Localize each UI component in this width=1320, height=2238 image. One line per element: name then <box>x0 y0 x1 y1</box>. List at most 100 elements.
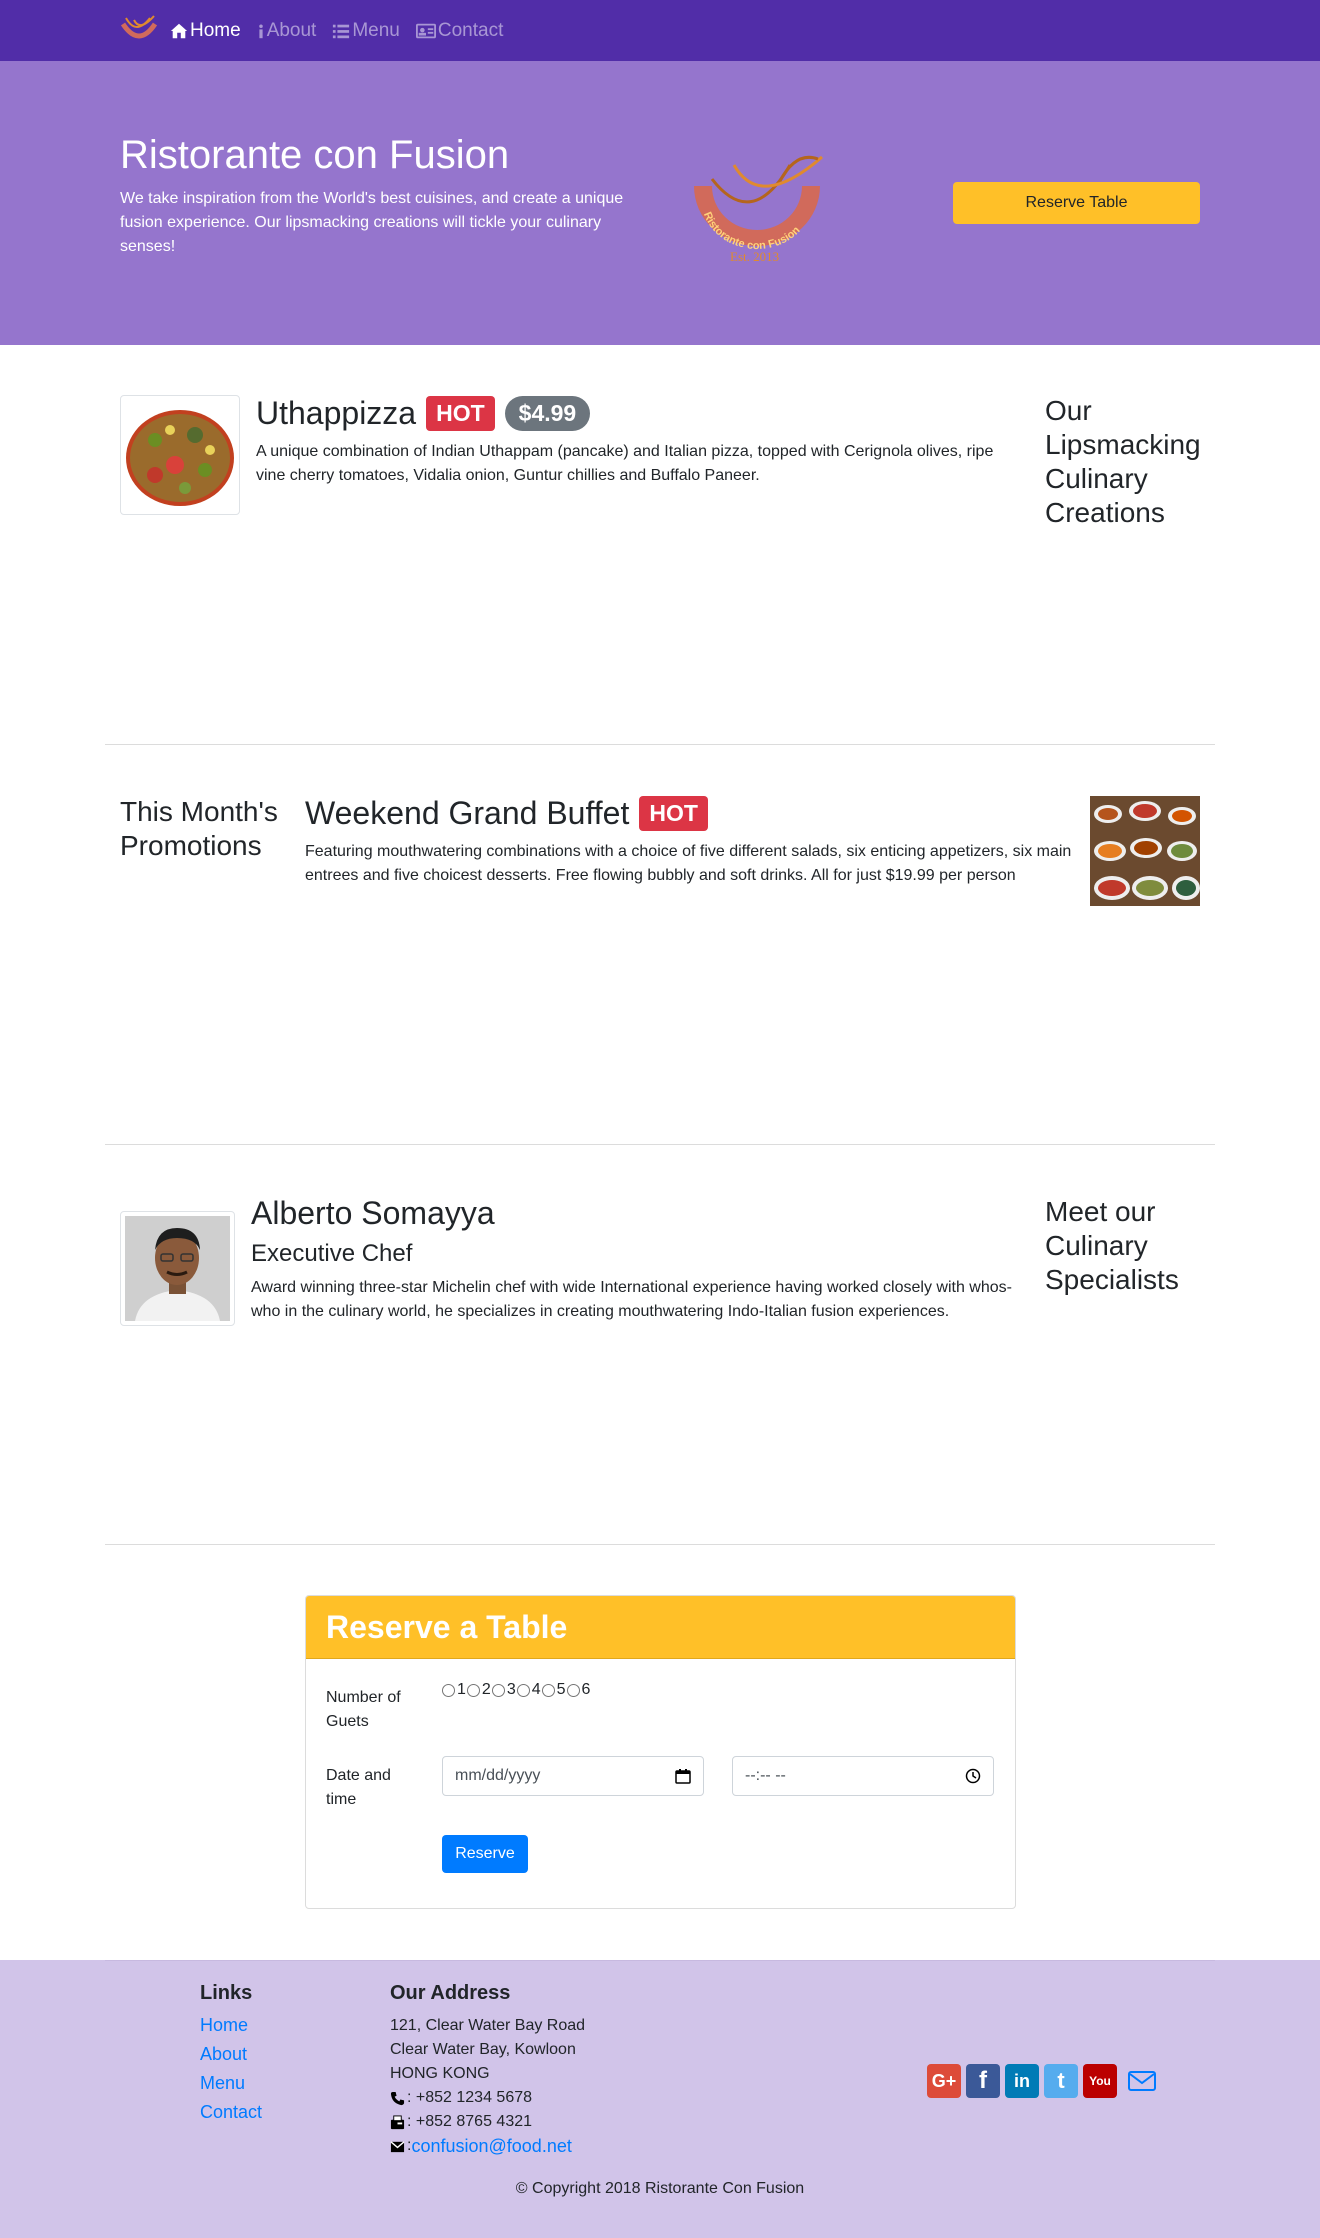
guests-option-label: 3 <box>506 1681 516 1698</box>
promotion-side-heading: This Month's Promotions <box>120 796 278 861</box>
linkedin-icon[interactable]: in <box>1005 2064 1039 2098</box>
address-line-1: 121, Clear Water Bay Road <box>390 2017 586 2034</box>
youtube-icon[interactable]: You <box>1083 2064 1117 2098</box>
radio-button[interactable] <box>491 1683 505 1697</box>
alberto-photo <box>125 1216 230 1321</box>
leader-side-heading: Meet our Culinary Specialists <box>1045 1196 1179 1295</box>
guests-option-label: 5 <box>556 1681 566 1698</box>
reserve-button[interactable]: Reserve <box>442 1835 528 1873</box>
social-links: G+ f in t You <box>927 2064 1156 2098</box>
nav-home[interactable]: Home <box>170 20 241 42</box>
guests-option-label: 6 <box>581 1681 591 1698</box>
guests-option-label: 4 <box>531 1681 541 1698</box>
list-icon <box>333 24 350 38</box>
email-row: : confusion@food.net <box>390 2134 585 2158</box>
fax-row: : +852 8765 4321 <box>390 2110 585 2134</box>
restaurant-logo: Ristorante con Fusion Est. 2013 <box>694 155 823 264</box>
phone-number: : +852 1234 5678 <box>407 2089 533 2106</box>
address-card-icon <box>415 23 436 38</box>
reserve-card-title: Reserve a Table <box>326 1609 568 1645</box>
guests-option-6[interactable]: 6 <box>566 1681 591 1699</box>
logo-est: Est. 2013 <box>730 249 779 264</box>
dish-name: Uthappizza <box>256 395 417 431</box>
address-line-2: Clear Water Bay, Kowloon <box>390 2041 576 2058</box>
guests-option-5[interactable]: 5 <box>541 1681 566 1699</box>
leader-designation: Executive Chef <box>251 1240 413 1267</box>
radio-button[interactable] <box>466 1683 480 1697</box>
clock-icon[interactable] <box>965 1768 981 1784</box>
dish-media-body: Uthappizza HOT $4.99 A unique combinatio… <box>256 395 1006 488</box>
phone-row: : +852 1234 5678 <box>390 2086 585 2110</box>
footer-links-heading: Links <box>200 1982 253 2004</box>
dish-price-badge: $4.99 <box>504 396 591 431</box>
radio-button[interactable] <box>541 1683 555 1697</box>
guests-option-label: 1 <box>457 1681 466 1698</box>
leader-media-body: Alberto Somayya Executive Chef Award win… <box>251 1195 1021 1324</box>
nav-contact-label: Contact <box>437 19 504 41</box>
promotion-media-body: Weekend Grand Buffet HOT Featuring mouth… <box>305 795 1075 888</box>
time-input[interactable]: --:-- -- <box>732 1756 994 1796</box>
nav-about-label: About <box>266 19 317 41</box>
dish-thumbnail <box>120 395 240 515</box>
radio-button[interactable] <box>566 1683 580 1697</box>
copyright: © Copyright 2018 Ristorante Con Fusion <box>515 2180 805 2197</box>
guests-radio-group: 1 2 3 4 5 6 <box>442 1681 591 1699</box>
dish-hot-badge: HOT <box>426 396 495 431</box>
reserve-card-header: Reserve a Table <box>306 1596 1015 1659</box>
reserve-card: Reserve a Table Number of Guets 1 2 3 4 … <box>305 1595 1016 1909</box>
phone-icon <box>390 2091 405 2105</box>
footer-link-menu[interactable]: Menu <box>200 2072 262 2094</box>
radio-button[interactable] <box>442 1683 455 1697</box>
google-plus-icon[interactable]: G+ <box>927 2064 961 2098</box>
navbar: Home About Menu Contact <box>0 0 1320 61</box>
reserve-table-button[interactable]: Reserve Table <box>953 182 1200 224</box>
footer-links: Home About Menu Contact <box>200 2014 262 2123</box>
nav-menu[interactable]: Menu <box>332 20 400 42</box>
nav-links: Home About Menu Contact <box>170 0 503 61</box>
date-placeholder: mm/dd/yyyy <box>455 1767 541 1784</box>
facebook-icon[interactable]: f <box>966 2064 1000 2098</box>
date-input[interactable]: mm/dd/yyyy <box>442 1756 704 1796</box>
leader-thumbnail <box>120 1211 235 1326</box>
radio-button[interactable] <box>516 1683 530 1697</box>
dish-heading: Uthappizza HOT $4.99 <box>256 395 1006 432</box>
guests-option-2[interactable]: 2 <box>466 1681 491 1699</box>
promotion-heading: Weekend Grand Buffet HOT <box>305 795 1075 832</box>
jumbotron-text: We take inspiration from the World's bes… <box>120 190 624 255</box>
guests-option-label: 2 <box>481 1681 491 1698</box>
nav-about[interactable]: About <box>257 19 317 42</box>
footer-address: 121, Clear Water Bay Road Clear Water Ba… <box>390 2014 585 2158</box>
footer-divider <box>105 1960 1215 1961</box>
jumbotron: Ristorante con Fusion We take inspiratio… <box>0 61 1320 345</box>
footer-address-heading: Our Address <box>390 1982 511 2004</box>
envelope-icon <box>390 2140 405 2152</box>
dish-side-heading: Our Lipsmacking Culinary Creations <box>1045 395 1201 528</box>
twitter-icon[interactable]: t <box>1044 2064 1078 2098</box>
fax-number: : +852 8765 4321 <box>407 2113 533 2130</box>
guests-option-1[interactable]: 1 <box>442 1681 466 1699</box>
info-icon <box>258 23 263 38</box>
jumbotron-title: Ristorante con Fusion <box>120 133 510 177</box>
leader-name: Alberto Somayya <box>251 1195 495 1231</box>
footer-link-contact[interactable]: Contact <box>200 2101 262 2123</box>
promotion-hot-badge: HOT <box>639 796 708 831</box>
divider-1 <box>105 744 1215 745</box>
email-link[interactable]: confusion@food.net <box>411 2134 571 2158</box>
promotion-description: Featuring mouthwatering combinations wit… <box>305 843 1072 884</box>
promotion-name: Weekend Grand Buffet <box>305 795 630 831</box>
time-placeholder: --:-- -- <box>745 1767 786 1784</box>
footer-link-about[interactable]: About <box>200 2043 262 2065</box>
footer-link-home[interactable]: Home <box>200 2014 262 2036</box>
calendar-icon[interactable] <box>675 1768 691 1784</box>
nav-contact[interactable]: Contact <box>415 19 504 42</box>
home-icon <box>170 23 188 38</box>
guests-label: Number of Guets <box>326 1689 401 1730</box>
address-line-3: HONG KONG <box>390 2065 490 2082</box>
guests-option-4[interactable]: 4 <box>516 1681 541 1699</box>
nav-home-label: Home <box>190 19 241 41</box>
restaurant-logo-icon[interactable] <box>120 14 158 46</box>
guests-option-3[interactable]: 3 <box>491 1681 516 1699</box>
nav-menu-label: Menu <box>352 19 400 41</box>
email-icon[interactable] <box>1128 2071 1156 2091</box>
divider-3 <box>105 1544 1215 1545</box>
